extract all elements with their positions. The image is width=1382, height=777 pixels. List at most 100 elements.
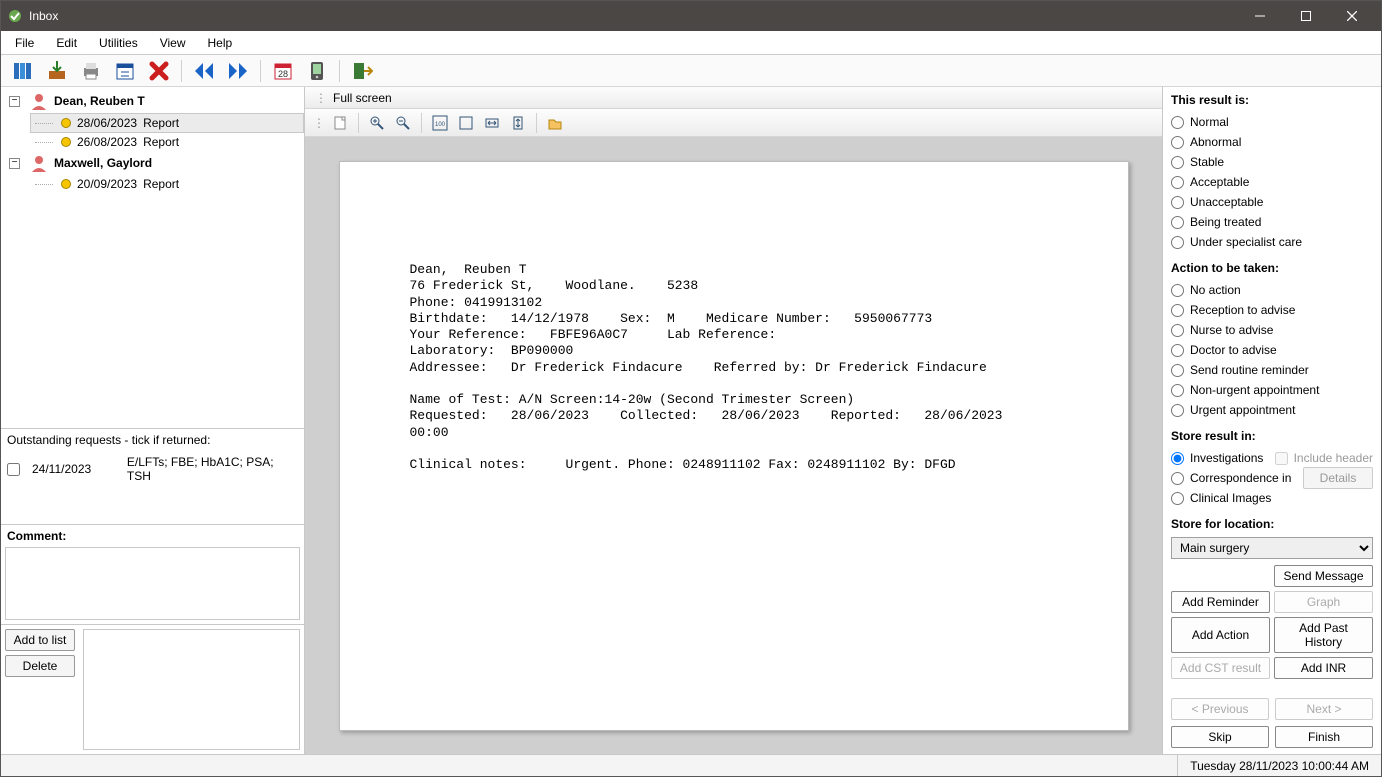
menubar: File Edit Utilities View Help [1, 31, 1381, 55]
include-header-checkbox[interactable]: Include header [1275, 449, 1373, 467]
next-button[interactable]: Next > [1275, 698, 1373, 720]
add-reminder-button[interactable]: Add Reminder [1171, 591, 1270, 613]
status-dot-icon [61, 118, 71, 128]
svg-text:100: 100 [435, 122, 446, 128]
report-type: Report [143, 135, 179, 149]
fullscreen-bar[interactable]: ⋮ Full screen [305, 87, 1162, 109]
store-header: Store result in: [1171, 429, 1373, 443]
report-row[interactable]: 26/08/2023 Report [31, 133, 304, 151]
menu-utilities[interactable]: Utilities [89, 33, 148, 53]
print-icon[interactable] [75, 57, 107, 85]
outstanding-item[interactable]: 24/11/2023 E/LFTs; FBE; HbA1C; PSA; TSH [7, 453, 298, 485]
fit-page-icon[interactable] [455, 112, 477, 134]
menu-file[interactable]: File [5, 33, 44, 53]
right-panel: This result is: Normal Abnormal Stable A… [1163, 87, 1381, 754]
report-row[interactable]: 20/09/2023 Report [31, 175, 304, 193]
records-icon[interactable] [7, 57, 39, 85]
minimize-button[interactable] [1237, 1, 1283, 31]
add-to-list-button[interactable]: Add to list [5, 629, 75, 651]
previous-button[interactable]: < Previous [1171, 698, 1269, 720]
collapse-icon[interactable]: − [9, 158, 20, 169]
skip-button[interactable]: Skip [1171, 726, 1269, 748]
store-option-investigations[interactable]: Investigations [1171, 449, 1263, 467]
action-option-nurse[interactable]: Nurse to advise [1171, 321, 1373, 339]
result-option-specialist[interactable]: Under specialist care [1171, 233, 1373, 251]
maximize-button[interactable] [1283, 1, 1329, 31]
report-date: 28/06/2023 [77, 116, 137, 130]
comment-panel: Comment: [1, 524, 304, 624]
phone-icon[interactable] [301, 57, 333, 85]
zoom-in-icon[interactable] [366, 112, 388, 134]
action-option-urgent[interactable]: Urgent appointment [1171, 401, 1373, 419]
patient-node-maxwell[interactable]: − Maxwell, Gaylord [5, 151, 304, 175]
next-icon[interactable] [222, 57, 254, 85]
report-row[interactable]: 28/06/2023 Report [30, 113, 304, 133]
delete-button[interactable]: Delete [5, 655, 75, 677]
action-header: Action to be taken: [1171, 261, 1373, 275]
send-message-button[interactable]: Send Message [1274, 565, 1373, 587]
collapse-icon[interactable]: − [9, 96, 20, 107]
add-action-button[interactable]: Add Action [1171, 617, 1270, 653]
report-type: Report [143, 177, 179, 191]
result-option-abnormal[interactable]: Abnormal [1171, 133, 1373, 151]
location-header: Store for location: [1171, 517, 1373, 531]
finish-button[interactable]: Finish [1275, 726, 1373, 748]
titlebar: Inbox [1, 1, 1381, 31]
action-option-nonurgent[interactable]: Non-urgent appointment [1171, 381, 1373, 399]
outstanding-panel: Outstanding requests - tick if returned:… [1, 428, 304, 524]
menu-view[interactable]: View [150, 33, 196, 53]
prev-icon[interactable] [188, 57, 220, 85]
details-button[interactable]: Details [1303, 467, 1373, 489]
statusbar: Tuesday 28/11/2023 10:00:44 AM [1, 754, 1381, 776]
outstanding-checkbox[interactable] [7, 463, 20, 476]
svg-text:28: 28 [278, 69, 288, 79]
add-cst-button[interactable]: Add CST result [1171, 657, 1270, 679]
person-icon [30, 92, 48, 110]
zoom-out-icon[interactable] [392, 112, 414, 134]
menu-help[interactable]: Help [198, 33, 243, 53]
action-option-none[interactable]: No action [1171, 281, 1373, 299]
result-header: This result is: [1171, 93, 1373, 107]
add-inr-button[interactable]: Add INR [1274, 657, 1373, 679]
exit-icon[interactable] [346, 57, 378, 85]
menu-edit[interactable]: Edit [46, 33, 87, 53]
report-date: 26/08/2023 [77, 135, 137, 149]
result-option-being-treated[interactable]: Being treated [1171, 213, 1373, 231]
action-option-reminder[interactable]: Send routine reminder [1171, 361, 1373, 379]
open-folder-icon[interactable] [544, 112, 566, 134]
document-viewer[interactable]: Dean, Reuben T 76 Frederick St, Woodlane… [305, 137, 1162, 754]
result-option-normal[interactable]: Normal [1171, 113, 1373, 131]
comment-textarea[interactable] [5, 547, 300, 620]
fullscreen-label: Full screen [333, 91, 392, 105]
outstanding-date: 24/11/2023 [32, 462, 91, 476]
window-title: Inbox [29, 9, 58, 23]
patient-node-dean[interactable]: − Dean, Reuben T [5, 89, 304, 113]
store-option-clinical[interactable]: Clinical Images [1171, 489, 1373, 507]
result-option-acceptable[interactable]: Acceptable [1171, 173, 1373, 191]
calendar-icon[interactable] [109, 57, 141, 85]
result-option-unacceptable[interactable]: Unacceptable [1171, 193, 1373, 211]
new-doc-icon[interactable] [329, 112, 351, 134]
action-option-reception[interactable]: Reception to advise [1171, 301, 1373, 319]
status-dot-icon [61, 137, 71, 147]
patient-name: Dean, Reuben T [54, 94, 145, 108]
thumbnail-box [83, 629, 300, 750]
fit-height-icon[interactable] [507, 112, 529, 134]
add-past-history-button[interactable]: Add Past History [1274, 617, 1373, 653]
patient-name: Maxwell, Gaylord [54, 156, 152, 170]
location-select[interactable]: Main surgery [1171, 537, 1373, 559]
report-date: 20/09/2023 [77, 177, 137, 191]
result-option-stable[interactable]: Stable [1171, 153, 1373, 171]
left-panel: − Dean, Reuben T 28/06/2023 Report [1, 87, 305, 754]
date-icon[interactable]: 28 [267, 57, 299, 85]
viewer-toolbar: ⋮ 100 [305, 109, 1162, 137]
close-button[interactable] [1329, 1, 1375, 31]
action-option-doctor[interactable]: Doctor to advise [1171, 341, 1373, 359]
store-option-correspondence[interactable]: Correspondence in [1171, 469, 1291, 487]
fit-width-icon[interactable] [481, 112, 503, 134]
zoom-100-icon[interactable]: 100 [429, 112, 451, 134]
delete-icon[interactable] [143, 57, 175, 85]
import-icon[interactable] [41, 57, 73, 85]
patient-tree: − Dean, Reuben T 28/06/2023 Report [1, 87, 304, 428]
graph-button[interactable]: Graph [1274, 591, 1373, 613]
